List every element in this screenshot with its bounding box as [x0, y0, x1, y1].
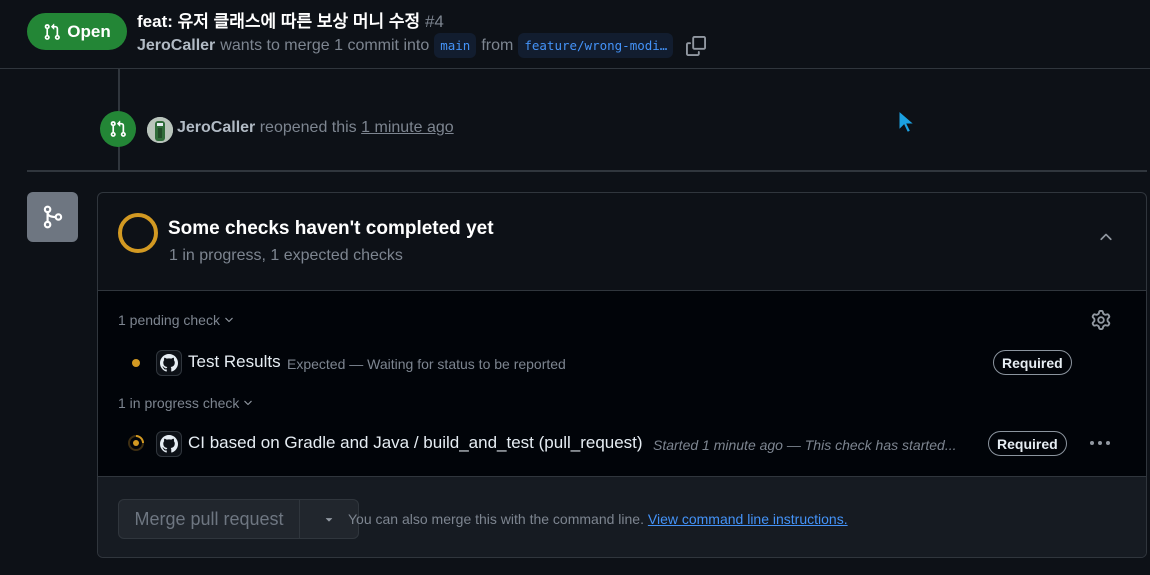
timeline-event-text: JeroCaller reopened this 1 minute ago: [177, 119, 454, 137]
pr-number: #4: [424, 12, 444, 31]
merge-box: Some checks haven't completed yet 1 in p…: [97, 192, 1147, 558]
checks-list: 1 pending check Test Results Expected — …: [98, 291, 1146, 477]
check-description: Expected — Waiting for status to be repo…: [287, 356, 566, 372]
reopened-event-badge: [100, 111, 136, 147]
check-name[interactable]: CI based on Gradle and Java / build_and_…: [188, 433, 643, 453]
command-line-hint: You can also merge this with the command…: [348, 511, 848, 527]
pending-dot-icon: [132, 359, 140, 367]
pr-header: Open feat: 유저 클래스에 따른 보상 머니 수정 #4 JeroCa…: [0, 0, 1150, 69]
check-description: Started 1 minute ago — This check has st…: [653, 437, 957, 453]
gear-icon[interactable]: [1091, 310, 1111, 330]
copy-icon[interactable]: [686, 35, 707, 56]
timeline-divider: [27, 170, 1147, 172]
command-line-link[interactable]: View command line instructions.: [648, 511, 848, 527]
in-progress-spinner-icon: [128, 435, 144, 451]
command-line-text: You can also merge this with the command…: [348, 511, 644, 527]
triangle-down-icon: [325, 518, 333, 522]
base-branch-label[interactable]: main: [434, 33, 477, 58]
pr-title-text: feat: 유저 클래스에 따른 보상 머니 수정: [137, 12, 421, 31]
chevron-down-icon: [225, 317, 233, 323]
pr-author-link[interactable]: JeroCaller: [137, 37, 215, 55]
merge-description: wants to merge 1 commit into: [220, 36, 430, 54]
merge-pull-request-button[interactable]: Merge pull request: [119, 500, 300, 538]
merge-status-icon: [27, 192, 78, 242]
event-author-link[interactable]: JeroCaller: [177, 119, 255, 136]
required-badge: Required: [988, 431, 1067, 456]
check-row[interactable]: CI based on Gradle and Java / build_and_…: [98, 428, 1146, 458]
git-pull-request-icon: [44, 23, 61, 40]
pending-status-icon: [118, 213, 158, 253]
pending-group-toggle[interactable]: 1 pending check: [118, 312, 235, 328]
checks-title: Some checks haven't completed yet: [168, 218, 494, 239]
check-name: Test Results: [188, 352, 281, 371]
from-label: from: [481, 36, 514, 54]
chevron-down-icon: [244, 400, 253, 406]
progress-group-label: 1 in progress check: [118, 395, 240, 411]
git-pull-request-icon: [110, 120, 126, 137]
pr-state-badge: Open: [27, 13, 127, 50]
git-merge-icon: [43, 205, 62, 229]
mouse-cursor-icon: [898, 110, 916, 134]
progress-group-toggle[interactable]: 1 in progress check: [118, 395, 254, 411]
avatar[interactable]: [147, 117, 173, 143]
event-action: reopened this: [259, 119, 357, 136]
required-badge: Required: [993, 350, 1072, 375]
github-logo-icon: [156, 431, 182, 457]
github-logo-icon: [156, 350, 182, 376]
checks-summary: Some checks haven't completed yet 1 in p…: [98, 193, 1146, 291]
head-branch-label[interactable]: feature/wrong-modi…: [518, 33, 674, 58]
pending-group-label: 1 pending check: [118, 312, 220, 328]
merge-footer: Merge pull request You can also merge th…: [98, 477, 1146, 557]
check-row[interactable]: Test Results Expected — Waiting for stat…: [98, 347, 1146, 377]
merge-button-group: Merge pull request: [118, 499, 359, 539]
pr-state-label: Open: [67, 21, 111, 41]
kebab-menu-icon[interactable]: [1087, 432, 1113, 454]
pr-title: feat: 유저 클래스에 따른 보상 머니 수정 #4: [137, 7, 444, 32]
pr-meta: JeroCaller wants to merge 1 commit into …: [137, 33, 707, 58]
checks-subtitle: 1 in progress, 1 expected checks: [169, 247, 403, 264]
event-time-link[interactable]: 1 minute ago: [361, 119, 454, 136]
chevron-up-icon[interactable]: [1097, 228, 1115, 246]
